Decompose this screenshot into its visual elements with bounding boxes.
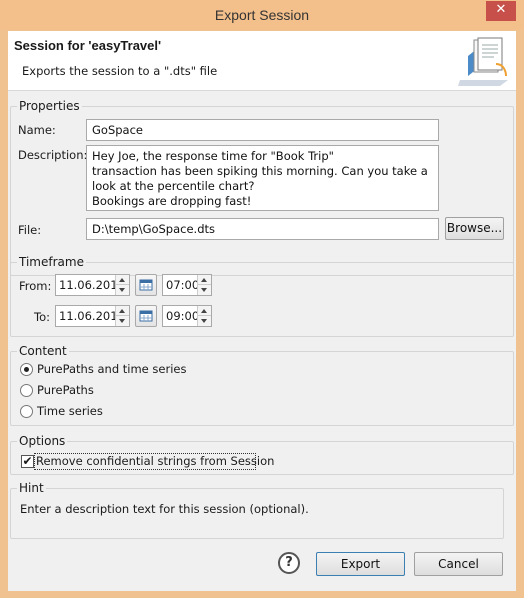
increment-arrow-icon[interactable] [198, 275, 211, 285]
export-button[interactable]: Export [316, 552, 405, 576]
radio-label-purepaths[interactable]: PurePaths [37, 382, 94, 398]
calendar-icon [139, 279, 153, 291]
spinner-arrows [115, 275, 129, 295]
file-path-field[interactable] [86, 218, 439, 240]
from-date-spinner[interactable]: 11.06.2014 [55, 274, 130, 296]
to-date-spinner[interactable]: 11.06.2014 [55, 305, 130, 327]
browse-button[interactable]: Browse... [445, 217, 504, 240]
to-calendar-button[interactable] [135, 305, 157, 327]
close-button[interactable]: ✕ [486, 1, 516, 21]
export-document-icon [458, 37, 508, 86]
radio-label-purepaths-and-time-series[interactable]: PurePaths and time series [37, 361, 186, 377]
calendar-icon [139, 310, 153, 322]
radio-label-time-series[interactable]: Time series [37, 403, 103, 419]
increment-arrow-icon[interactable] [116, 306, 129, 316]
content-group-title: Content [17, 343, 69, 359]
header-title: Session for 'easyTravel' [14, 38, 162, 53]
properties-group-title: Properties [17, 98, 82, 114]
to-time-value: 09:00 [166, 309, 200, 323]
decrement-arrow-icon[interactable] [116, 316, 129, 326]
timeframe-group-title: Timeframe [17, 254, 86, 270]
hint-text: Enter a description text for this sessio… [20, 502, 309, 516]
options-group-title: Options [17, 433, 68, 449]
help-button[interactable]: ? [278, 552, 300, 574]
decrement-arrow-icon[interactable] [116, 285, 129, 295]
decrement-arrow-icon[interactable] [198, 285, 211, 295]
to-time-spinner[interactable]: 09:00 [162, 305, 212, 327]
hint-group-title: Hint [17, 480, 46, 496]
name-label: Name: [18, 123, 56, 137]
name-field[interactable] [86, 119, 439, 141]
decrement-arrow-icon[interactable] [198, 316, 211, 326]
header-description: Exports the session to a ".dts" file [22, 64, 218, 78]
dialog-header: Session for 'easyTravel' Exports the ses… [8, 31, 516, 91]
remove-confidential-checkbox[interactable]: ✔ [21, 455, 34, 468]
from-time-value: 07:00 [166, 278, 200, 292]
dialog-body: Session for 'easyTravel' Exports the ses… [8, 31, 516, 591]
file-label: File: [18, 223, 42, 237]
description-field[interactable] [86, 145, 439, 211]
cancel-button[interactable]: Cancel [414, 552, 503, 576]
to-label: To: [34, 310, 50, 324]
radio-purepaths[interactable] [20, 384, 33, 397]
from-label: From: [19, 279, 52, 293]
remove-confidential-label[interactable]: Remove confidential strings from Session [36, 453, 274, 469]
window-title: Export Session [214, 7, 310, 23]
title-bar[interactable]: Export Session ✕ [0, 0, 524, 30]
spinner-arrows [197, 306, 211, 326]
radio-time-series[interactable] [20, 405, 33, 418]
description-label: Description: [18, 148, 88, 162]
from-time-spinner[interactable]: 07:00 [162, 274, 212, 296]
export-session-dialog: Export Session ✕ Session for 'easyTravel… [0, 0, 524, 598]
from-calendar-button[interactable] [135, 274, 157, 296]
increment-arrow-icon[interactable] [116, 275, 129, 285]
spinner-arrows [115, 306, 129, 326]
spinner-arrows [197, 275, 211, 295]
increment-arrow-icon[interactable] [198, 306, 211, 316]
radio-purepaths-and-time-series[interactable] [20, 363, 33, 376]
